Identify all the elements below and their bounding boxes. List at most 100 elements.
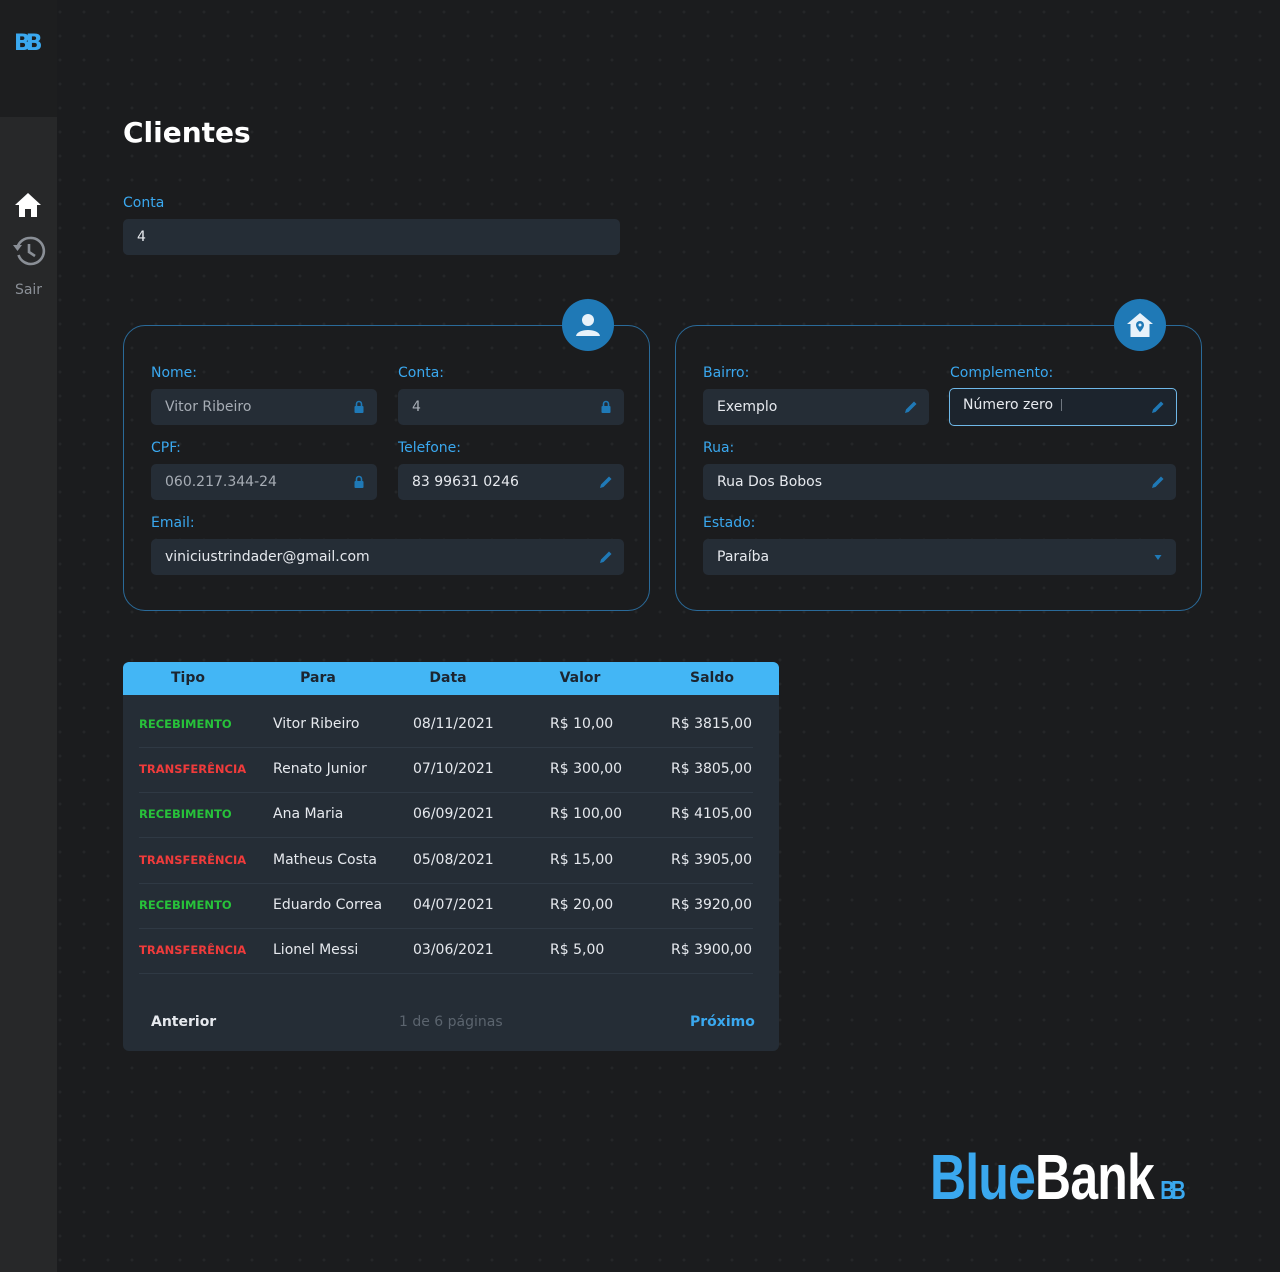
logo-area: BB [0,0,57,117]
name-value: Vitor Ribeiro [165,399,252,415]
table-row[interactable]: TRANSFERÊNCIA Renato Junior 07/10/2021 R… [139,747,753,793]
account-value: 4 [412,399,421,415]
row-recipient: Vitor Ribeiro [273,716,360,732]
table-row[interactable]: RECEBIMENTO Eduardo Correa 04/07/2021 R$… [139,883,753,929]
phone-label: Telefone: [398,440,461,456]
street-value: Rua Dos Bobos [717,474,823,490]
row-date: 07/10/2021 [413,761,494,777]
row-type: RECEBIMENTO [139,717,232,731]
row-recipient: Lionel Messi [273,942,359,958]
home-location-icon [1114,299,1166,351]
row-balance: R$ 3805,00 [671,761,752,777]
district-field[interactable]: Exemplo [703,389,929,425]
row-amount: R$ 10,00 [550,716,614,732]
name-field[interactable]: Vitor Ribeiro [151,389,377,425]
row-balance: R$ 3920,00 [671,897,752,913]
column-header-para: Para [300,670,336,686]
text-caret [1061,399,1063,411]
account-search-label: Conta [123,195,165,211]
pencil-icon[interactable] [598,549,614,565]
row-recipient: Matheus Costa [273,852,377,868]
row-amount: R$ 300,00 [550,761,623,777]
email-value: viniciustrindader@gmail.com [165,549,370,565]
row-amount: R$ 100,00 [550,806,623,822]
lock-icon [354,475,364,488]
column-header-data: Data [429,670,467,686]
row-date: 08/11/2021 [413,716,494,732]
row-type: RECEBIMENTO [139,807,232,821]
street-label: Rua: [703,440,735,456]
state-value: Paraíba [717,549,770,565]
lock-icon [601,400,611,413]
chevron-down-icon[interactable] [1150,549,1166,565]
row-amount: R$ 15,00 [550,852,614,868]
phone-field[interactable]: 83 99631 0246 [398,464,624,500]
row-date: 05/08/2021 [413,852,494,868]
row-balance: R$ 3815,00 [671,716,752,732]
sidebar: BB Sair [0,0,57,1272]
account-field[interactable]: 4 [398,389,624,425]
row-balance: R$ 3900,00 [671,942,752,958]
name-label: Nome: [151,365,198,381]
cpf-field[interactable]: 060.217.344-24 [151,464,377,500]
state-select[interactable]: Paraíba [703,539,1176,575]
home-icon[interactable] [13,190,43,220]
row-type: TRANSFERÊNCIA [139,762,247,776]
table-row[interactable]: TRANSFERÊNCIA Lionel Messi 03/06/2021 R$… [139,928,753,974]
row-date: 04/07/2021 [413,897,494,913]
brand-logo: BlueBank BB [930,1140,1186,1214]
page-indicator: 1 de 6 páginas [399,1014,503,1030]
pencil-icon[interactable] [598,474,614,490]
complement-label: Complemento: [950,365,1054,381]
table-row[interactable]: TRANSFERÊNCIA Matheus Costa 05/08/2021 R… [139,838,753,884]
personal-info-card: Nome: Vitor Ribeiro Conta: 4 CPF: 060.21… [123,299,650,611]
phone-value: 83 99631 0246 [412,474,519,490]
lock-icon [354,400,364,413]
state-label: Estado: [703,515,756,531]
next-page-button[interactable]: Próximo [690,1014,755,1030]
history-icon[interactable] [12,234,46,268]
row-type: TRANSFERÊNCIA [139,943,247,957]
row-type: TRANSFERÊNCIA [139,853,247,867]
row-amount: R$ 5,00 [550,942,605,958]
column-header-tipo: Tipo [171,670,205,686]
row-recipient: Renato Junior [273,761,367,777]
pencil-icon[interactable] [1150,474,1166,490]
logo[interactable]: BB [14,31,42,56]
district-value: Exemplo [717,399,778,415]
transactions-table: Tipo Para Data Valor Saldo RECEBIMENTO V… [123,662,779,1051]
column-header-valor: Valor [559,670,601,686]
exit-link[interactable]: Sair [0,282,57,298]
row-balance: R$ 3905,00 [671,852,752,868]
user-icon [562,299,614,351]
cpf-value: 060.217.344-24 [165,474,277,490]
address-card: Bairro: Exemplo Complemento: Número zero… [675,299,1202,611]
brand-name-bank: Bank [1035,1141,1155,1213]
row-recipient: Eduardo Correa [273,897,383,913]
page-title: Clientes [123,116,251,149]
brand-mark: BB [1160,1175,1185,1205]
table-row[interactable]: RECEBIMENTO Ana Maria 06/09/2021 R$ 100,… [139,792,753,838]
row-date: 06/09/2021 [413,806,494,822]
table-row[interactable]: RECEBIMENTO Vitor Ribeiro 08/11/2021 R$ … [139,702,753,748]
street-field[interactable]: Rua Dos Bobos [703,464,1176,500]
cpf-label: CPF: [151,440,181,456]
previous-page-button[interactable]: Anterior [151,1014,216,1030]
district-label: Bairro: [703,365,750,381]
row-amount: R$ 20,00 [550,897,614,913]
brand-name-blue: Blue [930,1141,1036,1213]
table-header: Tipo Para Data Valor Saldo [123,662,779,695]
row-recipient: Ana Maria [273,806,344,822]
complement-field[interactable]: Número zero [949,388,1177,426]
pencil-icon[interactable] [903,399,919,415]
email-label: Email: [151,515,195,531]
account-label: Conta: [398,365,444,381]
row-date: 03/06/2021 [413,942,494,958]
account-search-input[interactable]: 4 [123,219,620,255]
column-header-saldo: Saldo [690,670,734,686]
row-type: RECEBIMENTO [139,898,232,912]
email-field[interactable]: viniciustrindader@gmail.com [151,539,624,575]
complement-value: Número zero [963,397,1054,413]
row-balance: R$ 4105,00 [671,806,752,822]
pencil-icon[interactable] [1150,399,1166,415]
